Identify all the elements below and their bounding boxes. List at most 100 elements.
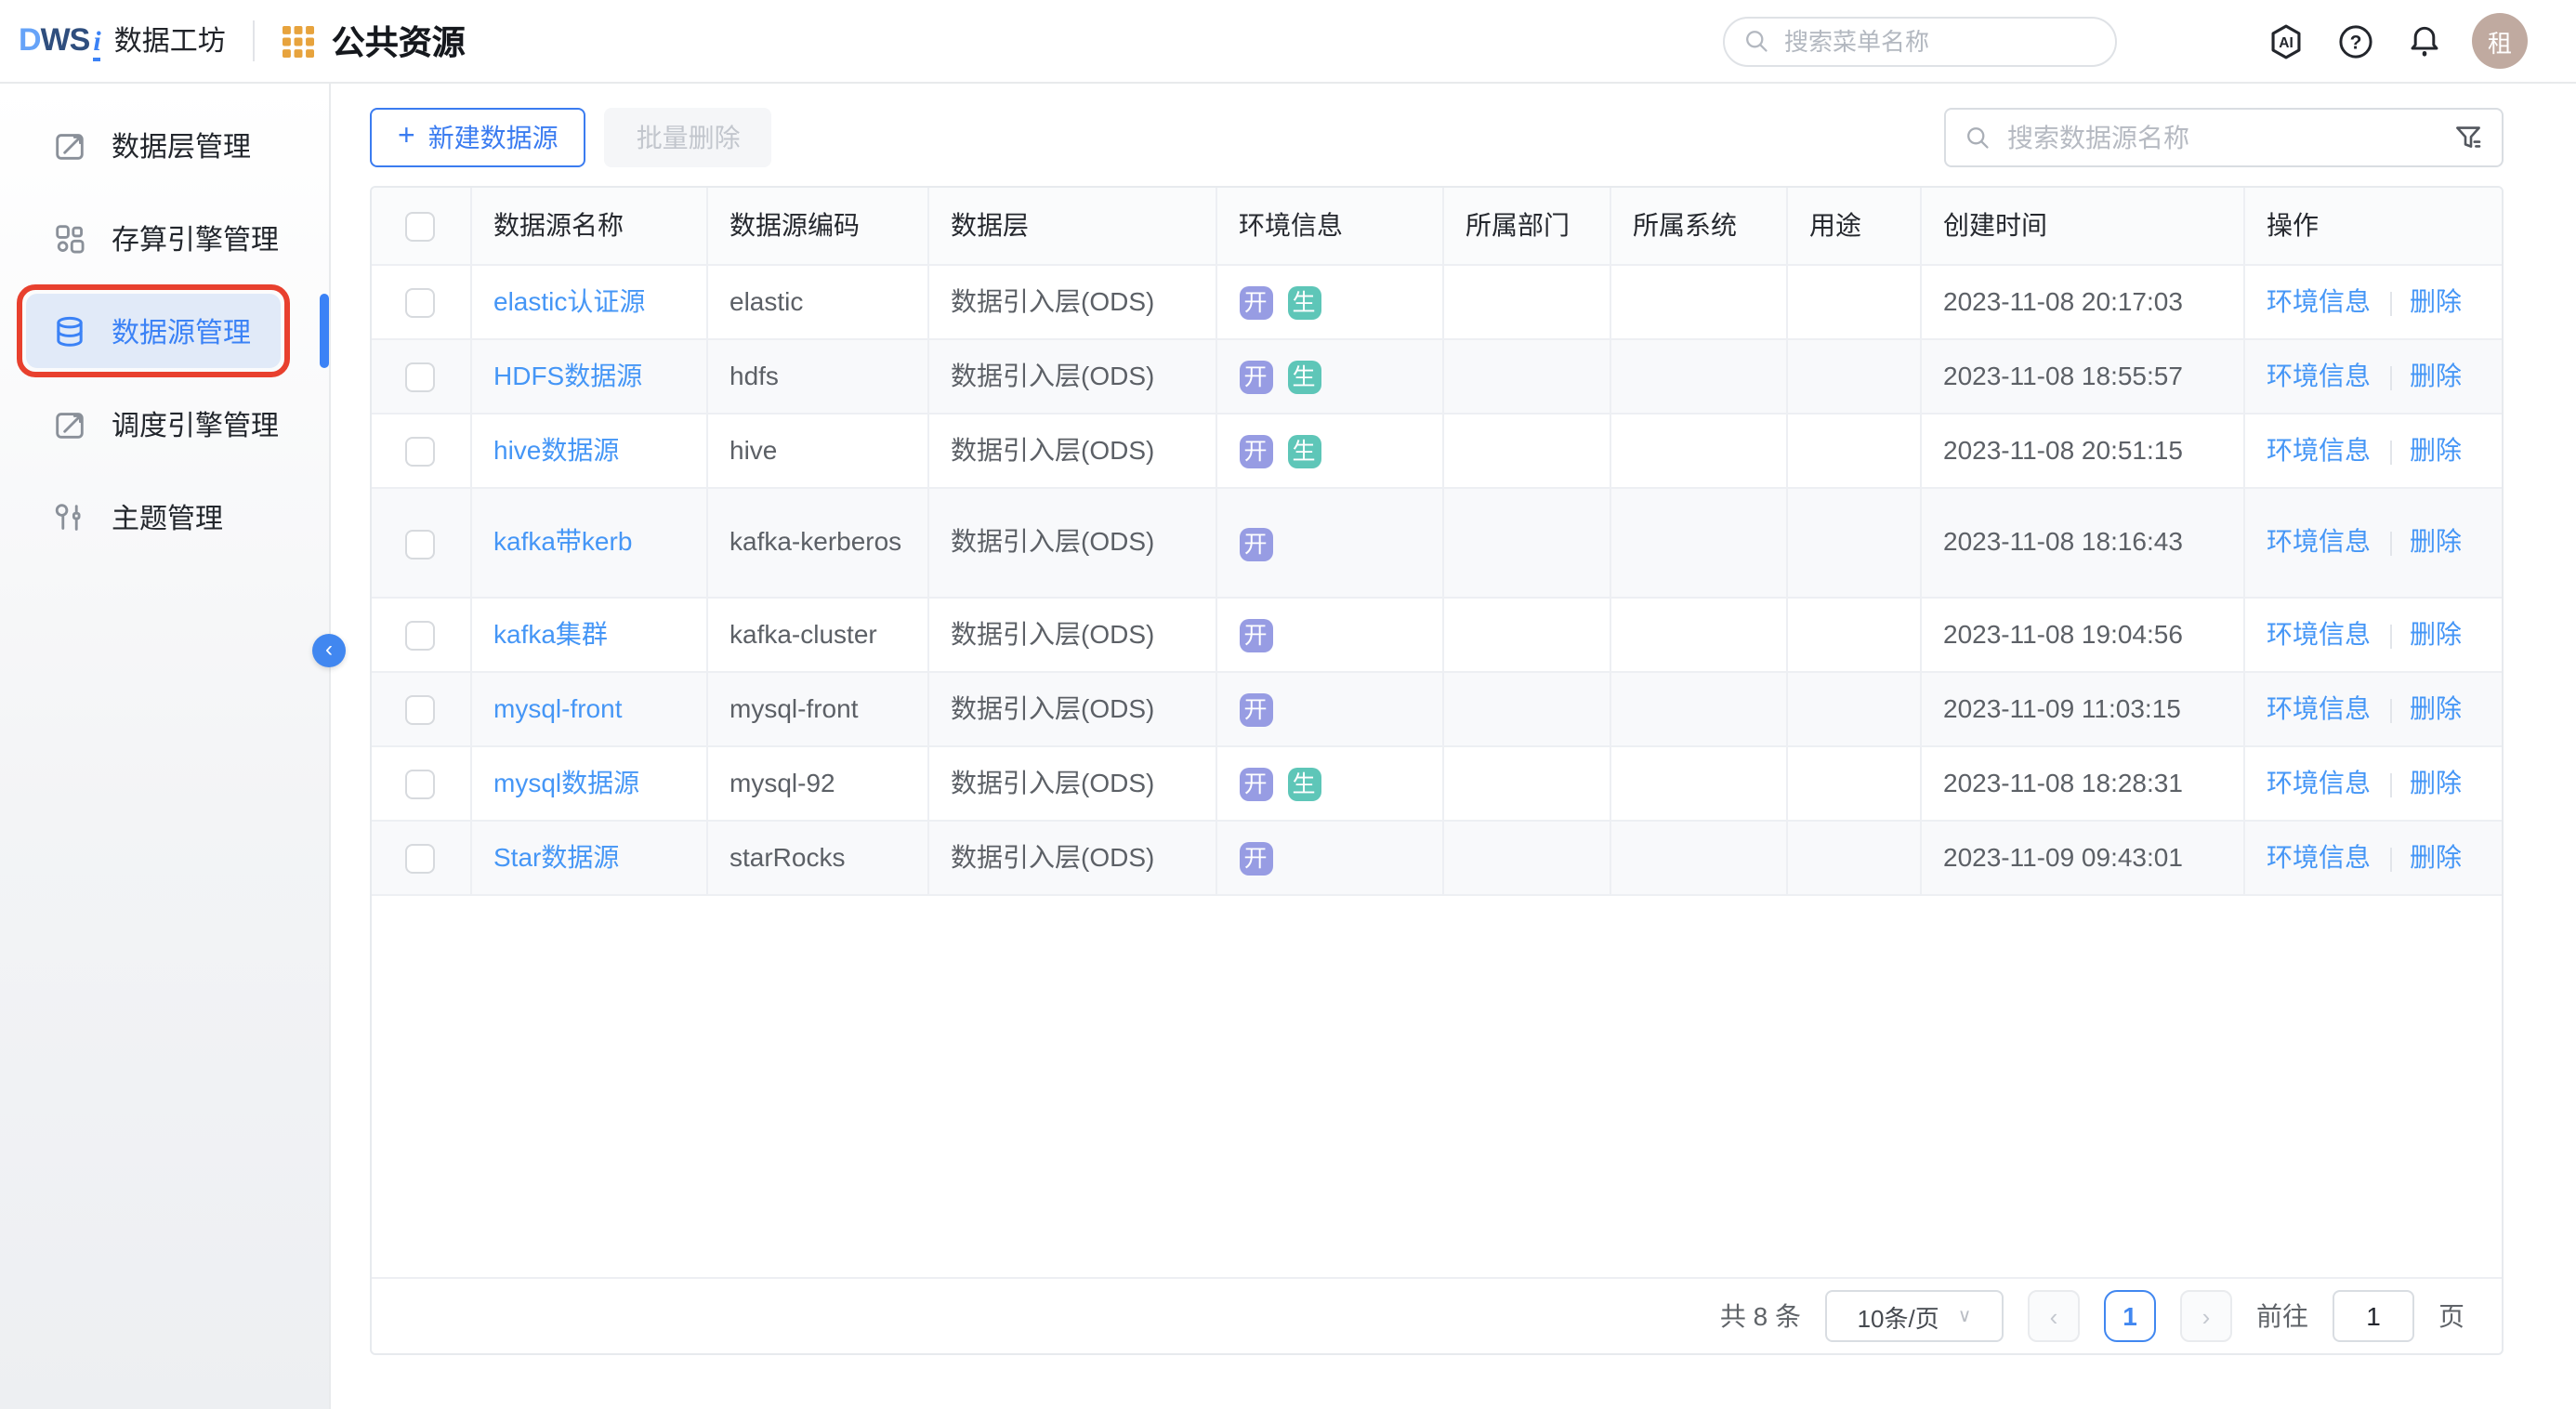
goto-page-input[interactable] (2333, 1290, 2414, 1342)
row-select-cell (372, 413, 470, 487)
row-checkbox[interactable] (406, 437, 436, 467)
ai-assistant-icon[interactable]: AI (2266, 20, 2307, 61)
header-actions: AI ? 租 (2266, 13, 2528, 69)
row-checkbox[interactable] (406, 770, 436, 799)
row-checkbox[interactable] (406, 288, 436, 318)
cell-system (1610, 820, 1786, 894)
datasource-name-link[interactable]: HDFS数据源 (493, 361, 642, 390)
table-row: mysql数据源 mysql-92 数据引入层(ODS) 开生 2023-11-… (372, 745, 2504, 820)
batch-delete-button[interactable]: 批量删除 (605, 108, 772, 167)
row-checkbox[interactable] (406, 529, 436, 559)
app: DWS i 数据工坊 公共资源 AI ? (0, 0, 2576, 1409)
env-badge-prod: 生 (1287, 768, 1321, 801)
row-select-cell (372, 264, 470, 338)
datasource-name-link[interactable]: kafka带kerb (493, 527, 632, 557)
help-icon[interactable]: ? (2334, 20, 2375, 61)
datasource-name-link[interactable]: mysql数据源 (493, 768, 639, 797)
select-all-checkbox[interactable] (406, 212, 436, 242)
sidebar-collapse-button[interactable]: ‹ (312, 634, 346, 667)
cell-actions: 环境信息 删除 (2243, 338, 2504, 413)
delete-link[interactable]: 删除 (2410, 527, 2462, 557)
sidebar-item-storage-engine[interactable]: 存算引擎管理 (26, 201, 281, 275)
cell-env: 开 (1216, 487, 1442, 597)
search-icon (1743, 28, 1769, 54)
row-checkbox[interactable] (406, 844, 436, 874)
current-page-button[interactable]: 1 (2104, 1290, 2156, 1342)
cell-created: 2023-11-08 20:51:15 (1920, 413, 2243, 487)
page-size-select[interactable]: 10条/页 ∨ (1825, 1290, 2004, 1342)
logo-product-name: 数据工坊 (114, 20, 226, 59)
menu-search[interactable] (1723, 16, 2117, 66)
cell-created: 2023-11-08 18:28:31 (1920, 745, 2243, 820)
datasource-search[interactable] (1944, 108, 2504, 167)
goto-label: 前往 (2256, 1297, 2308, 1335)
next-page-button[interactable]: › (2180, 1290, 2232, 1342)
env-badge-dev: 开 (1239, 435, 1272, 468)
datasource-name-link[interactable]: kafka集群 (493, 619, 608, 649)
env-info-link[interactable]: 环境信息 (2267, 768, 2371, 797)
datasource-name-link[interactable]: hive数据源 (493, 435, 619, 465)
env-info-link[interactable]: 环境信息 (2267, 842, 2371, 872)
grid-icon (283, 25, 315, 57)
row-checkbox[interactable] (406, 695, 436, 725)
table-row: kafka集群 kafka-cluster 数据引入层(ODS) 开 2023-… (372, 597, 2504, 671)
cell-env: 开 (1216, 820, 1442, 894)
delete-link[interactable]: 删除 (2410, 693, 2462, 723)
datasource-table: 数据源名称 数据源编码 数据层 环境信息 所属部门 所属系统 用途 创建时间 操… (372, 188, 2504, 895)
cell-system (1610, 413, 1786, 487)
env-info-link[interactable]: 环境信息 (2267, 435, 2371, 465)
delete-link[interactable]: 删除 (2410, 361, 2462, 390)
row-checkbox[interactable] (406, 362, 436, 392)
datasource-name-link[interactable]: mysql-front (493, 693, 622, 723)
env-info-link[interactable]: 环境信息 (2267, 286, 2371, 316)
delete-link[interactable]: 删除 (2410, 768, 2462, 797)
env-badge-dev: 开 (1239, 361, 1272, 394)
row-select-cell (372, 597, 470, 671)
cell-name: kafka集群 (470, 597, 706, 671)
datasource-search-input[interactable] (2004, 121, 2440, 154)
sidebar-item-datasource[interactable]: 数据源管理 (26, 294, 281, 368)
col-header-env: 环境信息 (1216, 188, 1442, 264)
table-row: HDFS数据源 hdfs 数据引入层(ODS) 开生 2023-11-08 18… (372, 338, 2504, 413)
action-divider (2389, 440, 2391, 464)
cell-created: 2023-11-08 19:04:56 (1920, 597, 2243, 671)
active-item-indicator (320, 294, 329, 368)
cell-department (1442, 338, 1610, 413)
cell-name: hive数据源 (470, 413, 706, 487)
cell-name: kafka带kerb (470, 487, 706, 597)
datasource-name-link[interactable]: elastic认证源 (493, 286, 645, 316)
cell-created: 2023-11-08 18:16:43 (1920, 487, 2243, 597)
table-empty-space (372, 895, 2502, 1277)
delete-link[interactable]: 删除 (2410, 842, 2462, 872)
page-size-value: 10条/页 (1858, 1298, 1939, 1334)
filter-icon[interactable] (2453, 123, 2483, 152)
cell-layer: 数据引入层(ODS) (927, 597, 1216, 671)
env-info-link[interactable]: 环境信息 (2267, 619, 2371, 649)
app-title-block: 公共资源 (283, 17, 466, 65)
sidebar-item-schedule-engine[interactable]: 调度引擎管理 (26, 387, 281, 461)
datasource-name-link[interactable]: Star数据源 (493, 842, 619, 872)
cell-department (1442, 597, 1610, 671)
cell-layer: 数据引入层(ODS) (927, 745, 1216, 820)
env-info-link[interactable]: 环境信息 (2267, 693, 2371, 723)
delete-link[interactable]: 删除 (2410, 286, 2462, 316)
sidebar-item-data-layer[interactable]: 数据层管理 (26, 108, 281, 182)
env-badge-prod: 生 (1287, 361, 1321, 394)
env-info-link[interactable]: 环境信息 (2267, 361, 2371, 390)
delete-link[interactable]: 删除 (2410, 619, 2462, 649)
menu-search-input[interactable] (1781, 25, 2096, 57)
row-checkbox[interactable] (406, 621, 436, 651)
apps-icon (52, 220, 87, 256)
cell-layer: 数据引入层(ODS) (927, 413, 1216, 487)
cell-usage (1786, 820, 1920, 894)
sidebar-item-theme[interactable]: 主题管理 (26, 480, 281, 554)
new-datasource-button[interactable]: + 新建数据源 (370, 108, 586, 167)
env-info-link[interactable]: 环境信息 (2267, 527, 2371, 557)
prev-page-button[interactable]: ‹ (2028, 1290, 2080, 1342)
cell-code: kafka-cluster (706, 597, 927, 671)
chevron-down-icon: ∨ (1958, 1306, 1972, 1326)
pagination: 共 8 条 10条/页 ∨ ‹ 1 › 前往 页 (372, 1277, 2502, 1353)
delete-link[interactable]: 删除 (2410, 435, 2462, 465)
notification-bell-icon[interactable] (2403, 20, 2444, 61)
user-avatar[interactable]: 租 (2472, 13, 2528, 69)
